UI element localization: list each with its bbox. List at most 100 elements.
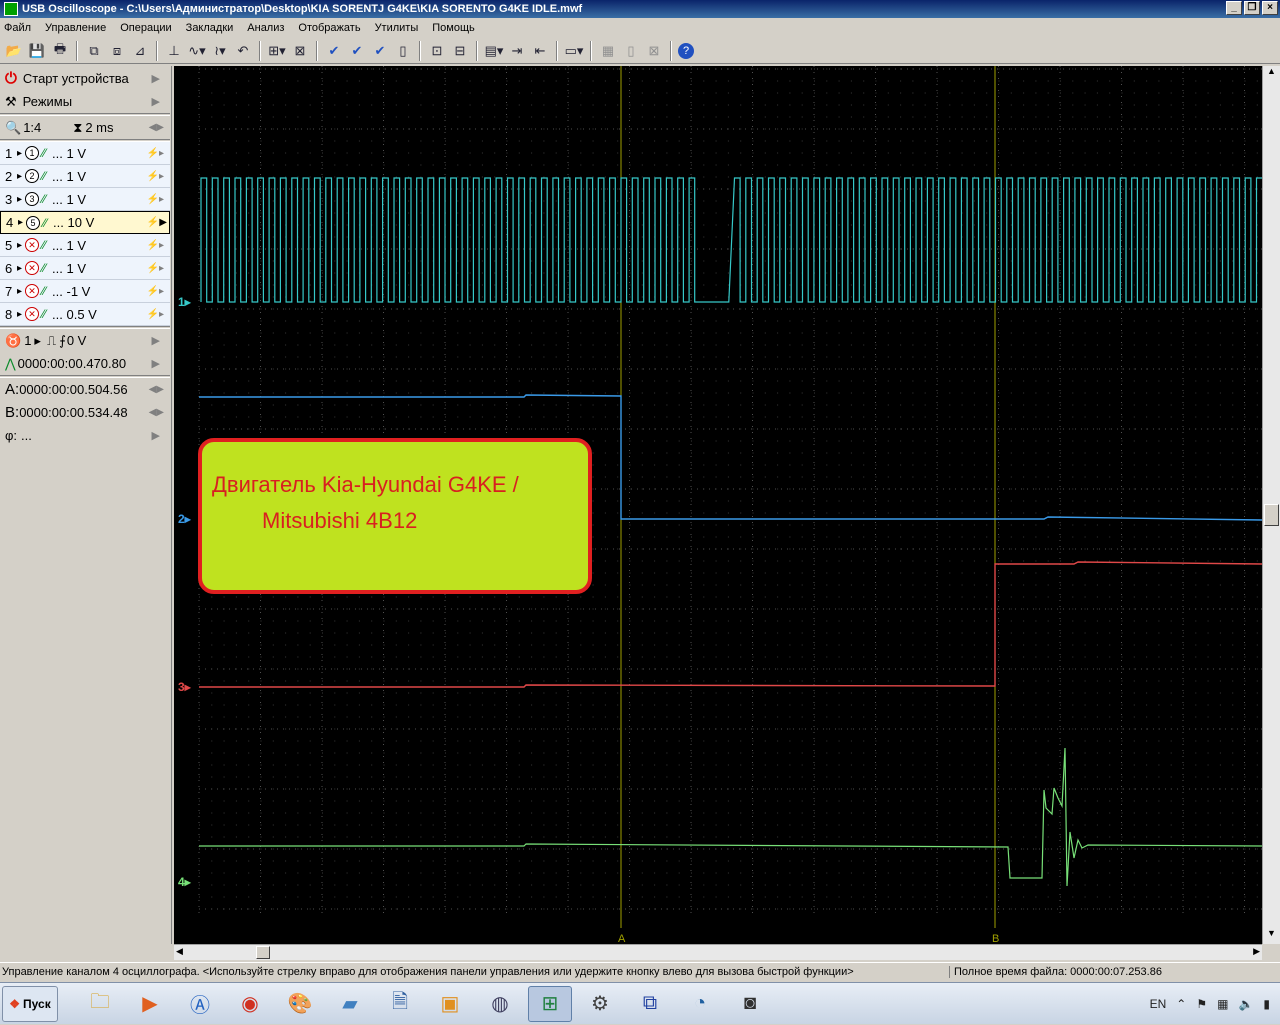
doc-icon[interactable]: ▯ xyxy=(621,41,641,61)
menu-display[interactable]: Отображать xyxy=(298,22,360,34)
oscilloscope-task-icon[interactable]: ⊞ xyxy=(528,985,572,1022)
help-icon[interactable]: ? xyxy=(678,42,694,59)
explorer-icon[interactable]: 🗀 xyxy=(78,986,122,1022)
channel-arrow-icon: ▸ xyxy=(17,239,23,251)
probe-icon[interactable]: ⊿ xyxy=(130,41,150,61)
modes-item[interactable]: ⚒ Режимы ▶ xyxy=(0,90,170,113)
eraser-icon[interactable]: ▰ xyxy=(328,986,372,1022)
trigger-time-row[interactable]: ⋀ 0000:00:00.470.80 ▶ xyxy=(0,352,170,375)
step-icon[interactable]: ⇥ xyxy=(507,41,527,61)
scroll-right-arrow-icon[interactable]: ▶ xyxy=(1253,946,1260,957)
scroll-down-arrow-icon[interactable]: ▼ xyxy=(1263,928,1280,944)
tools-task-icon[interactable]: ⚙ xyxy=(578,986,622,1022)
start-button[interactable]: ❖ Пуск xyxy=(2,985,58,1022)
cursor-a-row[interactable]: A: 0000:00:00.504.56 ◀▶ xyxy=(0,378,170,401)
channel-number: 7 xyxy=(5,283,13,299)
undo-icon[interactable]: ↶ xyxy=(233,41,253,61)
start-device-item[interactable]: ⏻ Старт устройства ▶ xyxy=(0,66,170,90)
check-icon[interactable]: ✔ xyxy=(324,41,344,61)
channel-row[interactable]: 6 ▸ ✕ ⁄⁄ ... 1 V ⚡▸ xyxy=(0,257,170,280)
phase-row[interactable]: φ: ... ▶ xyxy=(0,424,170,447)
channel-number: 3 xyxy=(5,191,13,207)
chrome-icon[interactable]: ◉ xyxy=(228,986,272,1022)
channel-arrow-icon: ▸ xyxy=(17,308,23,320)
cursor-b-row[interactable]: B: 0000:00:00.534.48 ◀▶ xyxy=(0,401,170,424)
network-icon[interactable]: ⧉ xyxy=(628,986,672,1022)
probe-icon: 2 xyxy=(25,169,40,183)
channel-row[interactable]: 1 ▸ 1 ⁄⁄... 1 V ⚡▸ xyxy=(0,142,170,165)
step2-icon[interactable]: ⇤ xyxy=(530,41,550,61)
paint-icon[interactable]: 🎨 xyxy=(278,986,322,1022)
app-a-icon[interactable]: Ⓐ xyxy=(178,986,222,1022)
restore-button[interactable]: ❐ xyxy=(1244,1,1260,15)
view-icon[interactable]: ▭▾ xyxy=(564,41,584,61)
channel-row[interactable]: 5 ▸ ✕ ⁄⁄ ... 1 V ⚡▸ xyxy=(0,234,170,257)
zoom-timebase-row[interactable]: 🔍 1:4 ⧗ 2 ms ◀▶ xyxy=(0,116,170,139)
channel-control-icon[interactable]: ⚡▸ xyxy=(147,194,164,205)
status-message: Управление каналом 4 осциллографа. <Испо… xyxy=(0,965,950,978)
check-up-icon[interactable]: ✔ xyxy=(370,41,390,61)
zoom-area-icon[interactable]: ⊡ xyxy=(427,41,447,61)
channel-control-icon[interactable]: ⚡▶ xyxy=(147,217,167,228)
waveform2-icon[interactable]: ≀▾ xyxy=(210,41,230,61)
folder-icon[interactable]: ▣ xyxy=(428,986,472,1022)
menu-operations[interactable]: Операции xyxy=(120,22,171,34)
channel-control-icon[interactable]: ⚡▸ xyxy=(147,309,164,320)
menu-control[interactable]: Управление xyxy=(45,22,106,34)
menu-analysis[interactable]: Анализ xyxy=(247,22,284,34)
marker-clear-icon[interactable]: ⊠ xyxy=(290,41,310,61)
copy-icon[interactable]: ⧉ xyxy=(84,41,104,61)
tray-expand-icon[interactable]: ⌃ xyxy=(1176,997,1186,1011)
channel-row[interactable]: 8 ▸ ✕ ⁄⁄ ... 0.5 V ⚡▸ xyxy=(0,303,170,326)
trigger-edge-icon: ⎍ xyxy=(46,332,57,348)
print-icon[interactable]: 🖶 xyxy=(50,41,70,61)
chart-icon[interactable]: ⊥ xyxy=(164,41,184,61)
channel-row[interactable]: 2 ▸ 2 ⁄⁄... 1 V ⚡▸ xyxy=(0,165,170,188)
vertical-scrollbar[interactable]: ▲ ▼ xyxy=(1262,66,1280,944)
horizontal-scroll-thumb[interactable] xyxy=(256,946,270,959)
camera-icon[interactable]: ◙ xyxy=(728,986,772,1022)
channel-row[interactable]: 3 ▸ 3 ⁄⁄... 1 V ⚡▸ xyxy=(0,188,170,211)
waveform-icon[interactable]: ∿▾ xyxy=(187,41,207,61)
trace-4-label: 4▸ xyxy=(178,875,192,889)
scroll-left-arrow-icon[interactable]: ◀ xyxy=(176,946,183,957)
zoom-fit-icon[interactable]: ⊟ xyxy=(450,41,470,61)
trigger-row[interactable]: ♉ 1 ▸ ⎍ ⨍ 0 V ▶ xyxy=(0,329,170,352)
language-indicator[interactable]: EN xyxy=(1150,997,1167,1011)
channel-control-icon[interactable]: ⚡▸ xyxy=(147,240,164,251)
channel-control-icon[interactable]: ⚡▸ xyxy=(147,171,164,182)
minimize-button[interactable]: _ xyxy=(1226,1,1242,15)
channel-row[interactable]: 4 ▸ 5 ⁄⁄ ... 10 V ⚡▶ xyxy=(0,211,170,234)
save-icon[interactable]: 💾 xyxy=(27,41,47,61)
media-player-icon[interactable]: ▶ xyxy=(128,986,172,1022)
delete-icon[interactable]: ⊠ xyxy=(644,41,664,61)
scroll-up-arrow-icon[interactable]: ▲ xyxy=(1263,66,1280,82)
action-center-icon[interactable]: ⚑ xyxy=(1196,997,1207,1011)
channel-control-icon[interactable]: ⚡▸ xyxy=(147,286,164,297)
globe-icon[interactable]: ◍ xyxy=(478,986,522,1022)
volume-icon[interactable]: 🔈 xyxy=(1238,997,1253,1011)
trigger-slope-icon: ⨍ xyxy=(59,332,66,348)
close-button[interactable]: × xyxy=(1262,1,1278,15)
menu-help[interactable]: Помощь xyxy=(432,22,475,34)
menu-bookmarks[interactable]: Закладки xyxy=(186,22,234,34)
horizontal-scrollbar[interactable]: ◀ ▶ xyxy=(174,944,1262,960)
power-tray-icon[interactable]: ▮ xyxy=(1263,997,1270,1011)
paste-icon[interactable]: ⧈ xyxy=(107,41,127,61)
network-tray-icon[interactable]: ▦ xyxy=(1217,997,1228,1011)
open-icon[interactable]: 📂 xyxy=(4,41,24,61)
check-down-icon[interactable]: ✔ xyxy=(347,41,367,61)
vertical-scroll-thumb[interactable] xyxy=(1264,504,1279,526)
menu-file[interactable]: Файл xyxy=(4,22,31,34)
channel-row[interactable]: 7 ▸ ✕ ⁄⁄ ... -1 V ⚡▸ xyxy=(0,280,170,303)
graph-icon[interactable]: ▦ xyxy=(598,41,618,61)
channel-control-icon[interactable]: ⚡▸ xyxy=(147,263,164,274)
document-icon[interactable]: 🗎 xyxy=(378,986,422,1022)
page-icon[interactable]: ▯ xyxy=(393,41,413,61)
channel-scale: ... 1 V xyxy=(52,260,87,276)
marker-icon[interactable]: ⊞▾ xyxy=(267,41,287,61)
menu-utilities[interactable]: Утилиты xyxy=(375,22,419,34)
channel-control-icon[interactable]: ⚡▸ xyxy=(147,148,164,159)
layout-icon[interactable]: ▤▾ xyxy=(484,41,504,61)
clock-icon[interactable]: ◔ xyxy=(678,986,722,1022)
